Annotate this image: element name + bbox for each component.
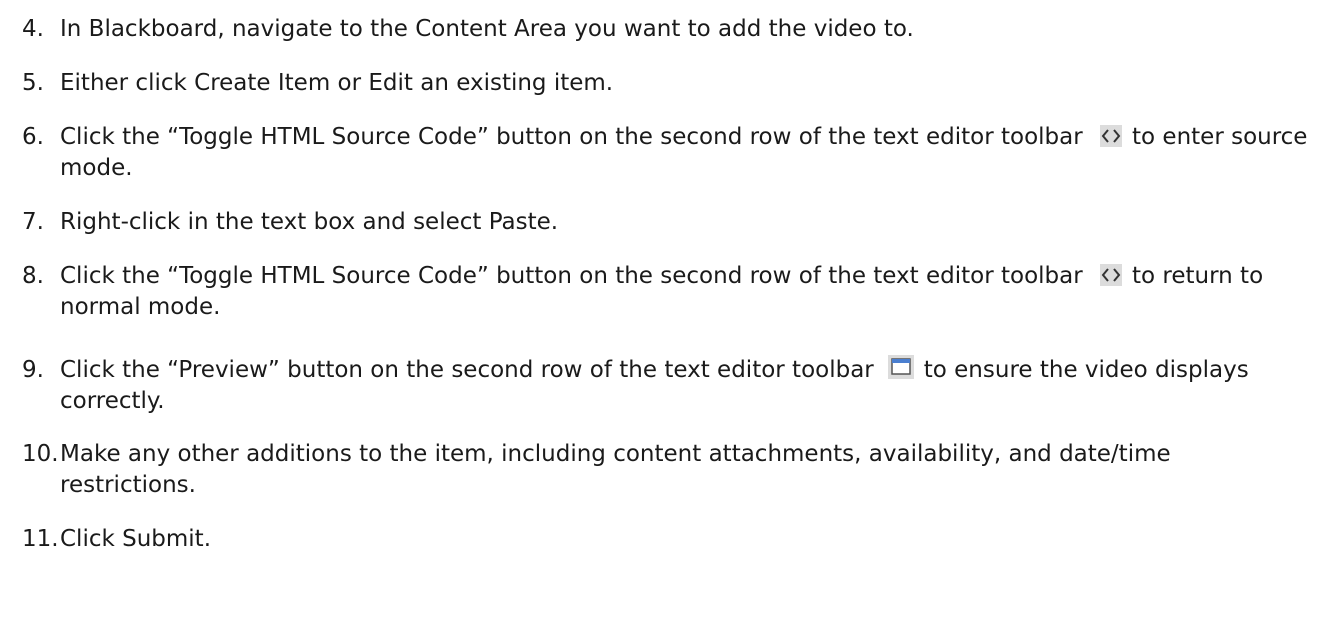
step-text: In Blackboard, navigate to the Content A…	[60, 16, 914, 42]
step-6: 6. Click the “Toggle HTML Source Code” b…	[22, 122, 1312, 184]
preview-window-icon	[887, 355, 914, 379]
step-10: 10. Make any other additions to the item…	[22, 439, 1312, 501]
step-number: 11.	[22, 526, 59, 552]
instructions-document: 4. In Blackboard, navigate to the Conten…	[0, 0, 1330, 644]
step-number: 4.	[22, 16, 44, 42]
step-8: 8. Click the “Toggle HTML Source Code” b…	[22, 261, 1312, 323]
step-text: Click the “Preview” button on the second…	[60, 355, 1312, 417]
step-number: 7.	[22, 209, 44, 235]
step-text: Click Submit.	[60, 526, 212, 552]
step-text-before: Click the “Toggle HTML Source Code” butt…	[60, 263, 1083, 289]
source-code-icon	[1100, 125, 1123, 147]
step-7: 7. Right-click in the text box and selec…	[22, 207, 1312, 238]
step-text: Click the “Toggle HTML Source Code” butt…	[60, 122, 1312, 184]
step-number: 5.	[22, 70, 44, 96]
step-text-before: Click the “Toggle HTML Source Code” butt…	[60, 124, 1083, 150]
step-text: Click the “Toggle HTML Source Code” butt…	[60, 261, 1312, 323]
source-code-icon	[1100, 264, 1123, 286]
step-text: Either click Create Item or Edit an exis…	[60, 70, 614, 96]
step-text: Right-click in the text box and select P…	[60, 209, 559, 235]
step-text: Make any other additions to the item, in…	[60, 441, 1171, 498]
step-9: 9. Click the “Preview” button on the sec…	[22, 355, 1312, 417]
step-5: 5. Either click Create Item or Edit an e…	[22, 68, 1312, 99]
step-11: 11. Click Submit.	[22, 524, 1312, 555]
step-number: 8.	[22, 263, 44, 289]
step-number: 6.	[22, 124, 44, 150]
step-text-before: Click the “Preview” button on the second…	[60, 357, 874, 383]
step-4: 4. In Blackboard, navigate to the Conten…	[22, 14, 1312, 45]
step-number: 10.	[22, 441, 59, 467]
step-number: 9.	[22, 357, 44, 383]
